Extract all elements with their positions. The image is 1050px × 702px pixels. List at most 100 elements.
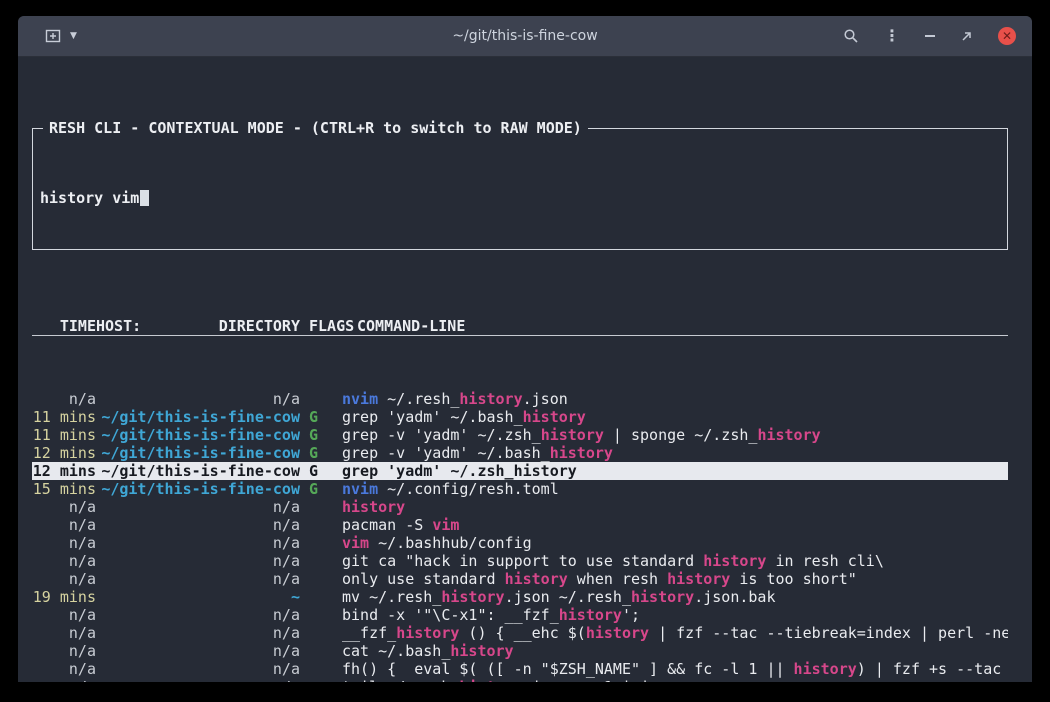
row-command: grep 'yadm' ~/.bash_history — [342, 408, 1008, 426]
kebab-icon: ⋮ — [884, 28, 900, 44]
history-row[interactable]: 19 mins~ mv ~/.resh_history.json ~/.resh_… — [32, 588, 1008, 606]
row-time: 19 mins — [32, 588, 96, 606]
history-row[interactable]: n/an/a fh() { eval $( ([ -n "$ZSH_NAME" ]… — [32, 660, 1008, 678]
row-host-directory: n/a — [96, 570, 300, 588]
row-flags — [300, 552, 342, 570]
resh-cli-panel: RESH CLI - CONTEXTUAL MODE - (CTRL+R to … — [18, 56, 1032, 682]
history-row[interactable]: n/an/a bind -x '"\C-x1": __fzf_history'; — [32, 606, 1008, 624]
row-flags: G — [300, 462, 342, 480]
search-button[interactable] — [843, 28, 859, 44]
close-button[interactable]: ✕ — [998, 27, 1016, 45]
search-icon — [843, 28, 859, 44]
row-flags — [300, 570, 342, 588]
column-host-directory: HOST: DIRECTORY — [96, 317, 300, 335]
row-host-directory: n/a — [96, 498, 300, 516]
row-flags: G — [300, 480, 342, 498]
row-command: nvim ~/.resh_history.json — [342, 390, 1008, 408]
column-header: TIME HOST: DIRECTORY FLAGS COMMAND-LINE — [32, 317, 1008, 336]
row-time: 12 mins — [32, 444, 96, 462]
row-command: bind -x '"\C-x1": __fzf_history'; — [342, 606, 1008, 624]
row-host-directory: n/a — [96, 516, 300, 534]
search-query: history vim — [40, 189, 139, 207]
row-host-directory: n/a — [96, 660, 300, 678]
row-host-directory: ~/git/this-is-fine-cow — [96, 462, 300, 480]
row-time: 15 mins — [32, 480, 96, 498]
history-row[interactable]: n/an/a vim ~/.bashhub/config — [32, 534, 1008, 552]
row-command: pacman -S vim — [342, 516, 1008, 534]
row-time: n/a — [32, 624, 96, 642]
row-command: tail ~/.resh_history.json -n 1 | jq — [342, 678, 1008, 682]
row-time: n/a — [32, 642, 96, 660]
row-flags — [300, 516, 342, 534]
row-flags — [300, 624, 342, 642]
row-time: n/a — [32, 606, 96, 624]
row-flags: G — [300, 444, 342, 462]
close-icon: ✕ — [1002, 30, 1012, 42]
history-row[interactable]: n/an/acat ~/.bash_history — [32, 642, 1008, 660]
minimize-button[interactable] — [925, 35, 935, 37]
history-row[interactable]: n/an/a pacman -S vim — [32, 516, 1008, 534]
row-time: n/a — [32, 570, 96, 588]
column-host-label: HOST: — [96, 317, 141, 335]
history-row[interactable]: n/an/a__fzf_history () { __ehc $(history… — [32, 624, 1008, 642]
row-flags — [300, 642, 342, 660]
history-row[interactable]: n/an/aonly use standard history when res… — [32, 570, 1008, 588]
history-row[interactable]: n/an/agit ca "hack in support to use sta… — [32, 552, 1008, 570]
row-time: 11 mins — [32, 408, 96, 426]
column-time: TIME — [32, 317, 96, 335]
row-host-directory: n/a — [96, 678, 300, 682]
terminal-window: ▼ ~/git/this-is-fine-cow ⋮ ✕ — [18, 16, 1032, 682]
row-time: 11 mins — [32, 426, 96, 444]
row-time: n/a — [32, 498, 96, 516]
new-tab-icon — [45, 29, 63, 44]
row-command: fh() { eval $( ([ -n "$ZSH_NAME" ] && fc… — [342, 660, 1008, 678]
search-input[interactable]: history vim — [40, 189, 1000, 207]
minimize-icon — [925, 35, 935, 37]
history-row[interactable]: 15 mins~/git/this-is-fine-cowGnvim ~/.co… — [32, 480, 1008, 498]
history-row[interactable]: n/an/a tail ~/.resh_history.json -n 1 | j… — [32, 678, 1008, 682]
row-time: n/a — [32, 552, 96, 570]
column-directory-label: DIRECTORY — [219, 317, 300, 335]
row-command: grep -v 'yadm' ~/.zsh_history | sponge ~… — [342, 426, 1008, 444]
row-flags — [300, 588, 342, 606]
history-row[interactable]: 12 mins~/git/this-is-fine-cowGgrep -v 'y… — [32, 444, 1008, 462]
new-tab-button[interactable] — [45, 29, 63, 44]
row-command: vim ~/.bashhub/config — [342, 534, 1008, 552]
search-box: RESH CLI - CONTEXTUAL MODE - (CTRL+R to … — [32, 128, 1008, 250]
row-command: grep -v 'yadm' ~/.bash_history — [342, 444, 1008, 462]
row-flags — [300, 678, 342, 682]
row-host-directory: n/a — [96, 534, 300, 552]
row-time: n/a — [32, 534, 96, 552]
row-host-directory: n/a — [96, 624, 300, 642]
row-command: mv ~/.resh_history.json ~/.resh_history.… — [342, 588, 1008, 606]
row-host-directory: ~/git/this-is-fine-cow — [96, 480, 300, 498]
row-host-directory: ~ — [96, 588, 300, 606]
row-flags — [300, 534, 342, 552]
row-host-directory: ~/git/this-is-fine-cow — [96, 444, 300, 462]
row-command: grep 'yadm' ~/.zsh_history — [342, 462, 1008, 480]
row-time: n/a — [32, 660, 96, 678]
history-row[interactable]: 11 mins~/git/this-is-fine-cowGgrep -v 'y… — [32, 426, 1008, 444]
row-command: cat ~/.bash_history — [342, 642, 1008, 660]
row-flags: G — [300, 426, 342, 444]
column-command: COMMAND-LINE — [342, 317, 1008, 335]
history-list: n/an/anvim ~/.resh_history.json11 mins~/… — [32, 390, 1008, 682]
history-row[interactable]: n/an/a history — [32, 498, 1008, 516]
restore-button[interactable] — [960, 30, 973, 43]
history-row[interactable]: n/an/anvim ~/.resh_history.json — [32, 390, 1008, 408]
row-host-directory: n/a — [96, 390, 300, 408]
history-row[interactable]: 12 mins~/git/this-is-fine-cowGgrep 'yadm… — [32, 462, 1008, 480]
row-flags: G — [300, 408, 342, 426]
row-command: nvim ~/.config/resh.toml — [342, 480, 1008, 498]
row-host-directory: n/a — [96, 606, 300, 624]
history-row[interactable]: 11 mins~/git/this-is-fine-cowGgrep 'yadm… — [32, 408, 1008, 426]
column-flags: FLAGS — [300, 317, 342, 335]
restore-icon — [960, 30, 973, 43]
menu-button[interactable]: ⋮ — [884, 28, 900, 44]
row-time: n/a — [32, 678, 96, 682]
row-command: history — [342, 498, 1008, 516]
text-cursor — [140, 190, 149, 206]
row-time: n/a — [32, 516, 96, 534]
row-command: git ca "hack in support to use standard … — [342, 552, 1008, 570]
tab-dropdown-caret[interactable]: ▼ — [70, 31, 77, 41]
